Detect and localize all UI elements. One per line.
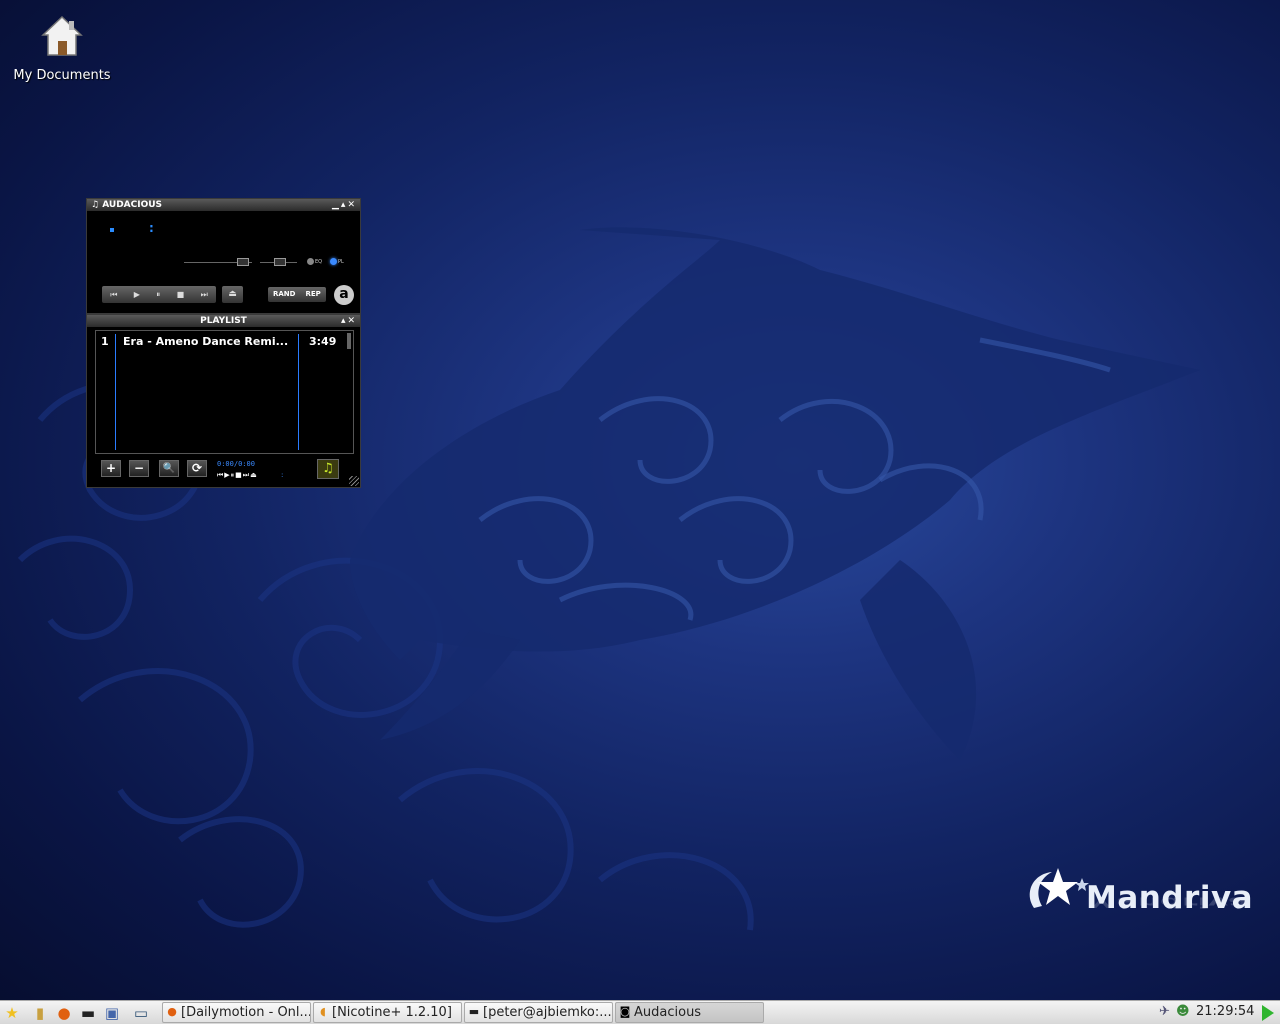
playlist-track-list[interactable]: 1 Era - Ameno Dance Remi... 3:49 [95, 330, 354, 454]
track-number: 1 [101, 335, 109, 348]
file-manager-icon[interactable]: ▮ [31, 1004, 49, 1022]
desktop-icon-label: My Documents [13, 68, 111, 83]
playlist-title: PLAYLIST [200, 316, 247, 326]
home-icon [41, 15, 83, 56]
playlist-scrollbar[interactable] [347, 333, 351, 349]
desktop-icon-my-documents[interactable]: My Documents [10, 14, 114, 83]
firefox-icon[interactable]: ● [55, 1004, 73, 1022]
eq-toggle[interactable]: EQ [307, 258, 322, 265]
playlist-time-info: 0:00/0:00 [217, 460, 255, 468]
balance-slider-knob[interactable] [274, 258, 286, 266]
add-file-button[interactable]: + [101, 460, 121, 477]
audacious-logo-icon[interactable]: a [334, 285, 354, 305]
time-display: : [149, 221, 154, 235]
user-tray-icon[interactable]: ☻ [1176, 1004, 1190, 1019]
task-dailymotion[interactable]: ● [Dailymotion - Onl... [162, 1002, 311, 1023]
audacious-icon: ◙ [619, 1005, 631, 1018]
playlist-titlebar[interactable]: PLAYLIST ▴✕ [87, 315, 360, 327]
volume-slider-knob[interactable] [237, 258, 249, 266]
network-tray-icon[interactable]: ✈ [1159, 1004, 1170, 1019]
playlist-window-buttons[interactable]: ▴✕ [341, 315, 357, 327]
player-window-buttons[interactable]: ▁▴✕ [332, 199, 357, 211]
star-icon[interactable]: ★ [3, 1004, 21, 1022]
play-tray-icon[interactable] [1262, 1005, 1274, 1021]
playlist-mini-controls[interactable]: ⏮▶⏸■⏭⏏ : [217, 471, 284, 480]
dolphin-tribal-art [350, 227, 1200, 760]
terminal-icon: ▬ [468, 1005, 480, 1018]
play-button[interactable]: ▶ [134, 290, 140, 299]
mandriva-star-icon [1029, 868, 1089, 908]
playlist-window[interactable]: PLAYLIST ▴✕ 1 Era - Ameno Dance Remi... … [86, 314, 361, 488]
playback-controls: ⏮ ▶ ⏸ ■ ⏭ [102, 286, 216, 303]
terminal-icon[interactable]: ▬ [79, 1004, 97, 1022]
task-nicotine[interactable]: ◖ [Nicotine+ 1.2.10] [313, 1002, 462, 1023]
list-button[interactable]: ♫ [317, 459, 339, 479]
mandriva-wordmark-reflection: Mandriva [1086, 893, 1250, 910]
wallpaper-art [17, 227, 1200, 931]
repeat-button[interactable]: REP [300, 287, 325, 302]
player-titlebar[interactable]: ♫ AUDACIOUS ▁▴✕ [87, 199, 360, 211]
column-divider [115, 334, 116, 450]
next-button[interactable]: ⏭ [201, 290, 208, 300]
desktop-icon[interactable]: ▭ [132, 1004, 150, 1022]
resize-handle[interactable] [349, 476, 359, 486]
audacious-main-window[interactable]: ♫ AUDACIOUS ▁▴✕ : EQ PL ⏮ ▶ ⏸ ■ ⏭ ⏏ RAND… [86, 198, 361, 314]
nicotine-icon: ◖ [320, 1005, 326, 1018]
shuffle-button[interactable]: RAND [268, 287, 300, 302]
mini-time-colon: : [280, 471, 285, 479]
player-title: AUDACIOUS [102, 200, 163, 210]
track-duration: 3:49 [309, 335, 337, 348]
track-title: Era - Ameno Dance Remi... [123, 335, 289, 348]
network-icon[interactable]: ▣ [103, 1004, 121, 1022]
shuffle-repeat-group: RAND REP [268, 287, 326, 302]
taskbar: ★ ▮ ● ▬ ▣ ▭ ● [Dailymotion - Onl... ◖ [Nic… [0, 1000, 1280, 1024]
pl-indicator-icon [330, 258, 337, 265]
eject-button[interactable]: ⏏ [222, 286, 243, 303]
pl-toggle[interactable]: PL [330, 258, 344, 265]
mandriva-logo: Mandriva Mandriva [1020, 862, 1253, 942]
firefox-icon: ● [167, 1005, 177, 1018]
previous-button[interactable]: ⏮ [110, 290, 117, 300]
column-divider [298, 334, 299, 450]
misc-button[interactable]: ⟳ [187, 460, 207, 477]
play-status-indicator [110, 228, 114, 232]
stop-button[interactable]: ■ [177, 290, 185, 299]
select-button[interactable]: 🔍 [159, 460, 179, 477]
pause-button[interactable]: ⏸ [156, 290, 160, 300]
playlist-row[interactable]: 1 Era - Ameno Dance Remi... 3:49 [96, 335, 346, 349]
clock[interactable]: 21:29:54 [1196, 1004, 1254, 1019]
task-audacious[interactable]: ◙ Audacious [615, 1002, 764, 1023]
remove-file-button[interactable]: − [129, 460, 149, 477]
audacious-menu-icon[interactable]: ♫ [91, 200, 102, 210]
eq-indicator-icon [307, 258, 314, 265]
task-terminal[interactable]: ▬ [peter@ajbiemko:... [464, 1002, 613, 1023]
